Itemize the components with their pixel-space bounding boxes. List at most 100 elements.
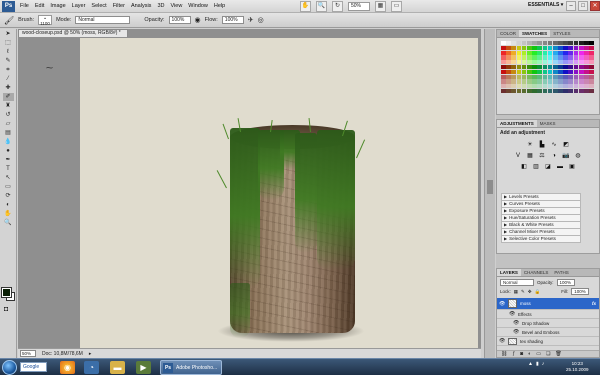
swatch-cell[interactable]	[516, 84, 522, 89]
fill-input[interactable]: 100%	[571, 288, 590, 295]
swatch-cell[interactable]	[578, 84, 584, 89]
workspace-switcher[interactable]: ESSENTIALS ▾	[528, 2, 563, 8]
swatch-cell[interactable]	[547, 50, 553, 55]
swatch-cell[interactable]	[506, 55, 511, 60]
tray-arrow-icon[interactable]: ▲	[528, 361, 533, 367]
swatch-cell[interactable]	[578, 60, 584, 65]
swatch-cell[interactable]	[563, 55, 568, 60]
swatch-cell[interactable]	[578, 64, 584, 70]
swatch-cell[interactable]	[584, 79, 589, 84]
swatch-cell[interactable]	[573, 74, 579, 79]
swatch-cell[interactable]	[511, 50, 517, 55]
swatch-cell[interactable]	[537, 50, 542, 55]
swatch-cell[interactable]	[501, 88, 506, 94]
swatch-cell[interactable]	[573, 64, 579, 70]
lock-transparency-icon[interactable]: ▦	[514, 289, 518, 295]
swatch-cell[interactable]	[547, 64, 553, 70]
swatch-cell[interactable]	[542, 60, 548, 65]
swatch-cell[interactable]	[578, 69, 584, 75]
tab-channels[interactable]: CHANNELS	[521, 269, 552, 276]
swatch-cell[interactable]	[526, 60, 532, 65]
maximize-button[interactable]: □	[578, 1, 588, 11]
swatch-cell[interactable]	[532, 60, 537, 65]
swatch-cell[interactable]	[501, 60, 506, 65]
swatch-cell[interactable]	[521, 45, 527, 51]
swatch-cell[interactable]	[578, 45, 584, 51]
swatch-cell[interactable]	[578, 50, 584, 55]
swatch-cell[interactable]	[501, 55, 506, 60]
swatch-cell[interactable]	[584, 84, 589, 89]
canvas[interactable]	[80, 38, 478, 348]
zoom-tool-icon[interactable]: 🔍	[3, 219, 14, 227]
swatch-cell[interactable]	[526, 45, 532, 51]
swatch-cell[interactable]	[552, 84, 558, 89]
swatch-cell[interactable]	[516, 69, 522, 75]
lock-all-icon[interactable]: 🔒	[535, 289, 541, 295]
brush-preset-picker[interactable]: • 1100	[38, 15, 53, 26]
swatch-cell[interactable]	[584, 74, 589, 79]
minimize-button[interactable]: –	[566, 1, 576, 11]
swatch-cell[interactable]	[521, 60, 527, 65]
swatch-cell[interactable]	[584, 50, 589, 55]
network-icon[interactable]: ▮	[536, 361, 539, 367]
swatch-cell[interactable]	[521, 74, 527, 79]
swatch-cell[interactable]	[537, 88, 542, 94]
swatch-cell[interactable]	[516, 79, 522, 84]
tab-layers[interactable]: LAYERS	[497, 269, 521, 276]
hue-saturation-icon[interactable]: ▦	[526, 152, 535, 160]
swatch-cell[interactable]	[563, 79, 568, 84]
status-menu-arrow-icon[interactable]: ▸	[89, 351, 92, 357]
posterize-icon[interactable]: ▥	[532, 163, 541, 171]
threshold-icon[interactable]: ◪	[544, 163, 553, 171]
new-layer-icon[interactable]: ❏	[546, 351, 550, 357]
hand-tool-icon[interactable]: ✋	[3, 210, 14, 218]
swatch-cell[interactable]	[578, 55, 584, 60]
3d-rotate-tool-icon[interactable]: ⟳	[3, 192, 14, 200]
swatch-cell[interactable]	[578, 41, 584, 46]
menu-layer[interactable]: Layer	[72, 3, 86, 9]
scrollbar-thumb[interactable]	[487, 180, 493, 194]
swatch-cell[interactable]	[521, 84, 527, 89]
swatch-cell[interactable]	[573, 50, 579, 55]
swatch-cell[interactable]	[506, 69, 511, 75]
swatch-cell[interactable]	[563, 69, 568, 75]
swatch-cell[interactable]	[506, 88, 511, 94]
swatch-cell[interactable]	[568, 84, 574, 89]
tab-masks[interactable]: MASKS	[537, 120, 559, 127]
swatch-cell[interactable]	[542, 50, 548, 55]
swatch-cell[interactable]	[584, 64, 589, 70]
swatch-cell[interactable]	[558, 50, 563, 55]
swatch-cell[interactable]	[552, 50, 558, 55]
chrome-icon[interactable]: ◉	[60, 361, 75, 374]
swatch-cell[interactable]	[526, 84, 532, 89]
swatch-cell[interactable]	[558, 45, 563, 51]
swatch-cell[interactable]	[532, 74, 537, 79]
swatch-cell[interactable]	[547, 79, 553, 84]
swatch-cell[interactable]	[552, 74, 558, 79]
swatch-cell[interactable]	[584, 45, 589, 51]
swatch-cell[interactable]	[547, 60, 553, 65]
swatch-cell[interactable]	[516, 64, 522, 70]
swatch-cell[interactable]	[568, 50, 574, 55]
swatch-cell[interactable]	[521, 55, 527, 60]
swatch-cell[interactable]	[573, 41, 579, 46]
marquee-tool-icon[interactable]: ⬚	[3, 39, 14, 47]
swatch-cell[interactable]	[542, 74, 548, 79]
invert-icon[interactable]: ◧	[520, 163, 529, 171]
swatch-cell[interactable]	[542, 55, 548, 60]
swatch-cell[interactable]	[501, 45, 506, 51]
layer-fx-badge[interactable]: fx	[592, 299, 596, 308]
tab-adjustments[interactable]: ADJUSTMENTS	[497, 120, 537, 127]
menu-window[interactable]: Window	[188, 3, 208, 9]
swatch-cell[interactable]	[563, 74, 568, 79]
swatch-cell[interactable]	[589, 55, 594, 60]
menu-3d[interactable]: 3D	[157, 3, 164, 9]
selective-color-icon[interactable]: ▣	[568, 163, 577, 171]
swatch-cell[interactable]	[521, 79, 527, 84]
swatch-cell[interactable]	[547, 88, 553, 94]
swatch-cell[interactable]	[506, 60, 511, 65]
gradient-tool-icon[interactable]: ▤	[3, 129, 14, 137]
swatch-cell[interactable]	[521, 69, 527, 75]
visibility-eye-icon[interactable]: 👁	[509, 311, 515, 317]
layer-row-moss[interactable]: 👁 moss fx	[497, 298, 599, 310]
